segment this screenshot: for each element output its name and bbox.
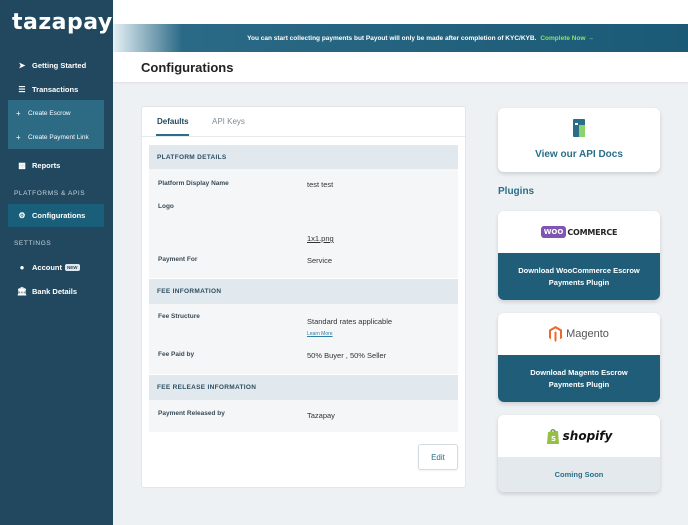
api-docs-card[interactable]: View our API Docs [498, 108, 660, 172]
top-bar [113, 0, 688, 24]
configuration-card: Defaults API Keys PLATFORM DETAILS Platf… [141, 106, 466, 488]
complete-now-link[interactable]: Complete Now → [540, 35, 593, 42]
woocommerce-logo: WOO COMMERCE [498, 211, 660, 253]
sidebar-item-create-escrow[interactable]: + Create Escrow [8, 101, 104, 125]
payment-released-by-label: Payment Released by [158, 410, 225, 417]
list-icon: ☰ [18, 84, 26, 94]
sidebar-item-getting-started[interactable]: ➤ Getting Started [8, 54, 104, 76]
section-settings: SETTINGS [14, 240, 52, 247]
send-icon: ➤ [18, 60, 26, 70]
payment-for-label: Payment For [158, 256, 198, 263]
sidebar-item-create-payment-link[interactable]: + Create Payment Link [8, 125, 104, 149]
magento-plugin-card: Magento Download Magento Escrow Payments… [498, 313, 660, 402]
tab-api-keys[interactable]: API Keys [212, 117, 245, 126]
fee-paid-by-label: Fee Paid by [158, 351, 195, 358]
logo-label: Logo [158, 203, 174, 210]
document-icon [573, 119, 585, 137]
page-header: Configurations [113, 52, 688, 82]
edit-button[interactable]: Edit [418, 444, 458, 470]
plus-icon: + [16, 108, 21, 118]
download-magento-button[interactable]: Download Magento Escrow Payments Plugin [498, 355, 660, 402]
platform-details-heading: PLATFORM DETAILS [149, 145, 458, 169]
bank-icon: 🏛 [16, 286, 28, 296]
fee-release-heading: FEE RELEASE INFORMATION [149, 375, 458, 400]
sidebar: tazapay ➤ Getting Started ☰ Transactions… [0, 0, 113, 525]
transactions-submenu: + Create Escrow + Create Payment Link [8, 100, 104, 149]
download-woocommerce-button[interactable]: Download WooCommerce Escrow Payments Plu… [498, 253, 660, 300]
gear-icon: ⚙ [18, 211, 26, 220]
sidebar-item-account[interactable]: ● Account NEW [8, 256, 104, 278]
new-badge: NEW [65, 263, 80, 271]
logo-file-link[interactable]: 1x1.png [307, 234, 334, 243]
kyc-banner: You can start collecting payments but Pa… [113, 24, 688, 52]
banner-message: You can start collecting payments but Pa… [247, 34, 537, 42]
sidebar-item-transactions[interactable]: ☰ Transactions [8, 78, 104, 100]
fee-information-body: Fee Structure Standard rates applicable … [149, 304, 458, 374]
shopify-plugin-card: S shopify Coming Soon [498, 415, 660, 492]
sidebar-item-label: Configurations [32, 211, 86, 220]
woocommerce-plugin-card: WOO COMMERCE Download WooCommerce Escrow … [498, 211, 660, 300]
payment-released-by-value: Tazapay [307, 411, 335, 420]
section-platforms-apis: PLATFORMS & APIS [14, 190, 86, 197]
learn-more-link[interactable]: Learn More [307, 331, 333, 337]
sidebar-item-label: Transactions [32, 84, 79, 94]
sidebar-item-reports[interactable]: ▩ Reports [8, 154, 104, 176]
svg-text:S: S [551, 435, 556, 443]
magento-icon [549, 326, 563, 342]
sidebar-item-label: Reports [32, 160, 61, 170]
page-title: Configurations [141, 60, 234, 75]
tab-defaults[interactable]: Defaults [157, 117, 189, 126]
shopify-logo: S shopify [498, 415, 660, 457]
fee-release-body: Payment Released by Tazapay [149, 400, 458, 432]
report-icon: ▩ [18, 160, 26, 170]
shopify-bag-icon: S [546, 429, 559, 444]
tazapay-logo[interactable]: tazapay [12, 10, 113, 35]
payment-for-value: Service [307, 256, 333, 265]
sidebar-item-label: Account [32, 262, 62, 272]
platform-details-body: Platform Display Name test test Logo 1x1… [149, 169, 458, 278]
user-icon: ● [19, 262, 25, 272]
display-name-value: test test [307, 180, 334, 189]
sidebar-item-label: Create Escrow [28, 109, 71, 117]
arrow-right-icon: → [587, 34, 594, 42]
sidebar-item-label: Create Payment Link [28, 133, 89, 141]
coming-soon-label: Coming Soon [498, 457, 660, 492]
magento-logo: Magento [498, 313, 660, 355]
api-docs-link[interactable]: View our API Docs [498, 149, 660, 160]
fee-paid-by-value: 50% Buyer , 50% Seller [307, 351, 387, 360]
plus-icon: + [16, 132, 21, 142]
fee-structure-value: Standard rates applicable [307, 317, 393, 326]
fee-structure-label: Fee Structure [158, 313, 200, 320]
plugins-heading: Plugins [498, 186, 535, 197]
fee-information-heading: FEE INFORMATION [149, 279, 458, 304]
tabs: Defaults API Keys [142, 107, 465, 137]
sidebar-item-bank-details[interactable]: 🏛 Bank Details [8, 280, 104, 302]
sidebar-item-configurations[interactable]: ⚙ Configurations [8, 204, 104, 227]
active-tab-indicator [156, 134, 189, 136]
sidebar-item-label: Getting Started [32, 60, 87, 70]
sidebar-item-label: Bank Details [32, 286, 78, 296]
display-name-label: Platform Display Name [158, 180, 229, 187]
